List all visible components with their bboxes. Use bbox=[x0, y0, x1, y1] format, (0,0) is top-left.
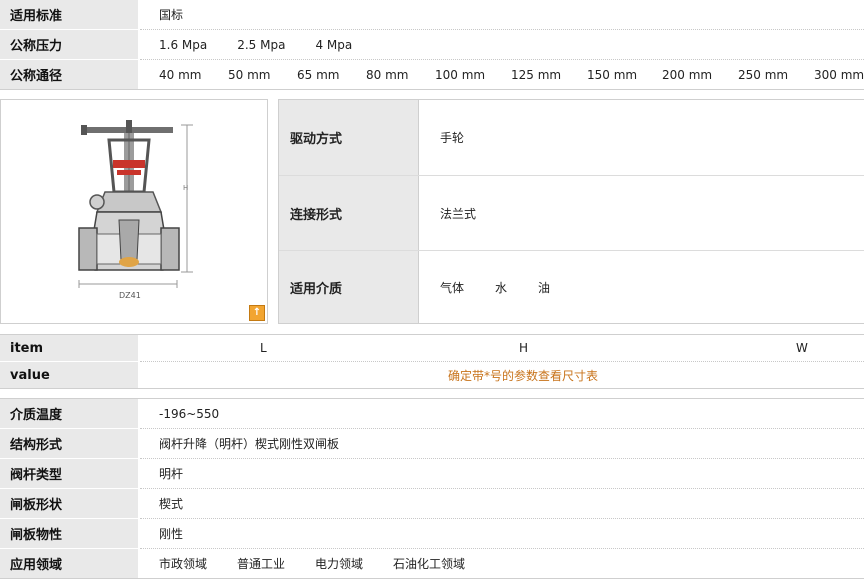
spec-row-diameter: 公称通径 40 mm 50 mm 65 mm 80 mm 100 mm 125 … bbox=[0, 60, 864, 89]
spec-row-standard: 适用标准 国标 bbox=[0, 0, 864, 29]
spec-value: 国标 bbox=[140, 0, 864, 29]
dimension-value-row: value 确定带*号的参数查看尺寸表 bbox=[0, 362, 864, 388]
size-item: 100 mm bbox=[435, 67, 486, 82]
spec-label: 适用标准 bbox=[0, 0, 138, 29]
size-item: 50 mm bbox=[228, 67, 271, 82]
spec-label: 阀杆类型 bbox=[0, 459, 138, 488]
spec-value: 阀杆升降（明杆）楔式刚性双闸板 bbox=[140, 429, 864, 458]
size-item: 80 mm bbox=[366, 67, 409, 82]
feature-value-item: 油 bbox=[538, 280, 551, 295]
spec-row-application: 应用领域 市政领域 普通工业 电力领域 石油化工领域 bbox=[0, 549, 864, 578]
spec-label: 介质温度 bbox=[0, 399, 138, 428]
feature-value-item: 水 bbox=[495, 280, 508, 295]
dimension-note-cell: 确定带*号的参数查看尺寸表 bbox=[140, 362, 864, 388]
feature-table: 驱动方式 手轮 连接形式 法兰式 适用介质 气体 水 油 bbox=[278, 99, 864, 324]
dimension-item-label: item bbox=[0, 335, 138, 361]
spec-value-item: 4 Mpa bbox=[315, 37, 353, 52]
spec-value: 楔式 bbox=[140, 489, 864, 518]
spec-label: 应用领域 bbox=[0, 549, 138, 578]
size-item: 65 mm bbox=[297, 67, 340, 82]
feature-value: 法兰式 bbox=[420, 176, 864, 250]
feature-label: 连接形式 bbox=[279, 176, 419, 250]
svg-text:H: H bbox=[183, 184, 188, 192]
dimension-value-label: value bbox=[0, 362, 138, 388]
spec-value-item: 普通工业 bbox=[237, 557, 286, 571]
spec-value-item: 明杆 bbox=[159, 467, 184, 481]
section-divider bbox=[0, 578, 864, 579]
size-item: 300 mm bbox=[814, 67, 864, 82]
spec-value-item: 国标 bbox=[159, 8, 184, 22]
size-item: 200 mm bbox=[662, 67, 713, 82]
dimension-col-l: L bbox=[260, 341, 267, 355]
dimension-note-link[interactable]: 确定带*号的参数查看尺寸表 bbox=[448, 367, 598, 384]
gate-valve-drawing: H DZ41 bbox=[78, 120, 193, 300]
spec-value-item: 石油化工领域 bbox=[393, 557, 466, 571]
spec-value-item: 阀杆升降（明杆）楔式刚性双闸板 bbox=[159, 437, 340, 451]
dimension-col-h: H bbox=[519, 341, 529, 355]
feature-value: 气体 水 油 bbox=[420, 251, 864, 323]
feature-value-item: 气体 bbox=[440, 280, 465, 295]
feature-value-item: 手轮 bbox=[440, 131, 465, 145]
spec-value-item: 电力领域 bbox=[315, 557, 364, 571]
zoom-icon[interactable]: ↑ bbox=[249, 305, 265, 321]
spec-value: 市政领域 普通工业 电力领域 石油化工领域 bbox=[140, 549, 864, 578]
spec-value-item: 市政领域 bbox=[159, 557, 208, 571]
spec-label: 公称压力 bbox=[0, 30, 138, 59]
feature-label: 适用介质 bbox=[279, 251, 419, 323]
spec-label: 闸板物性 bbox=[0, 519, 138, 548]
section-divider bbox=[0, 89, 864, 90]
dimension-col-w: W bbox=[796, 341, 808, 355]
spec-value: -196~550 bbox=[140, 399, 864, 428]
feature-value-item: 法兰式 bbox=[440, 206, 477, 221]
dimension-header-row: item L H W bbox=[0, 335, 864, 361]
spec-value: 刚性 bbox=[140, 519, 864, 548]
spec-row-gate-property: 闸板物性 刚性 bbox=[0, 519, 864, 548]
spec-value: 明杆 bbox=[140, 459, 864, 488]
spec-value-item: 楔式 bbox=[159, 497, 184, 511]
dimension-columns: L H W bbox=[140, 335, 864, 361]
section-divider bbox=[0, 388, 864, 389]
spec-value-item: 刚性 bbox=[159, 527, 184, 541]
size-item: 40 mm bbox=[159, 67, 202, 82]
spec-value-item: 1.6 Mpa bbox=[159, 37, 208, 52]
spec-value: 1.6 Mpa 2.5 Mpa 4 Mpa bbox=[140, 30, 864, 59]
size-item: 150 mm bbox=[587, 67, 638, 82]
spec-value: 40 mm 50 mm 65 mm 80 mm 100 mm 125 mm 15… bbox=[140, 60, 864, 89]
spec-label: 闸板形状 bbox=[0, 489, 138, 518]
size-item: 125 mm bbox=[511, 67, 562, 82]
spec-row-pressure: 公称压力 1.6 Mpa 2.5 Mpa 4 Mpa bbox=[0, 30, 864, 59]
feature-label: 驱动方式 bbox=[279, 100, 419, 175]
spec-row-stem-type: 阀杆类型 明杆 bbox=[0, 459, 864, 488]
spec-label: 结构形式 bbox=[0, 429, 138, 458]
size-item: 250 mm bbox=[738, 67, 789, 82]
spec-label: 公称通径 bbox=[0, 60, 138, 89]
spec-value-item: 2.5 Mpa bbox=[237, 37, 286, 52]
feature-value: 手轮 bbox=[420, 100, 864, 175]
spec-value-item: -196~550 bbox=[159, 406, 220, 421]
product-image-box: H DZ41 ↑ bbox=[0, 99, 268, 324]
spec-row-temperature: 介质温度 -196~550 bbox=[0, 399, 864, 428]
drawing-caption: DZ41 bbox=[119, 291, 141, 300]
spec-row-structure: 结构形式 阀杆升降（明杆）楔式刚性双闸板 bbox=[0, 429, 864, 458]
spec-row-gate-shape: 闸板形状 楔式 bbox=[0, 489, 864, 518]
